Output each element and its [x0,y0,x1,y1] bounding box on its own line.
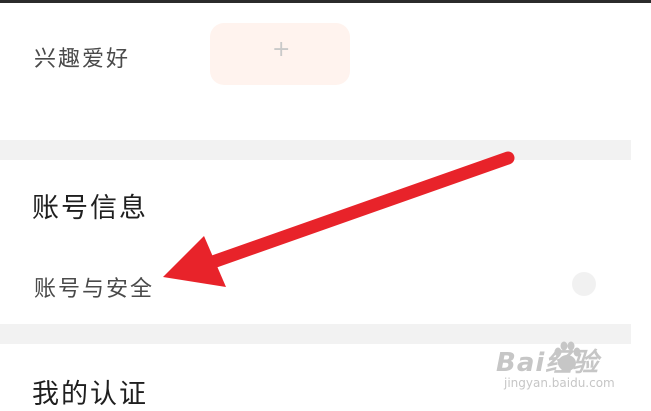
account-security-label: 账号与安全 [34,277,155,302]
my-certification-title: 我的认证 [32,379,148,410]
chevron-right-icon [572,272,596,296]
section-divider [0,140,631,160]
watermark: Bai经验 jingyan.baidu.com [496,338,644,398]
baidu-paw-icon [554,341,581,371]
hobbies-label: 兴趣爱好 [34,47,131,72]
watermark-site: jingyan.baidu.com [504,376,615,390]
account-info-title: 账号信息 [32,193,148,224]
plus-icon: + [272,37,291,62]
hobbies-row[interactable]: 兴趣爱好 + [0,3,631,140]
account-info-header: 账号信息 [0,160,631,244]
add-hobby-button[interactable]: + [210,23,350,85]
account-security-row[interactable]: 账号与安全 [0,244,631,324]
